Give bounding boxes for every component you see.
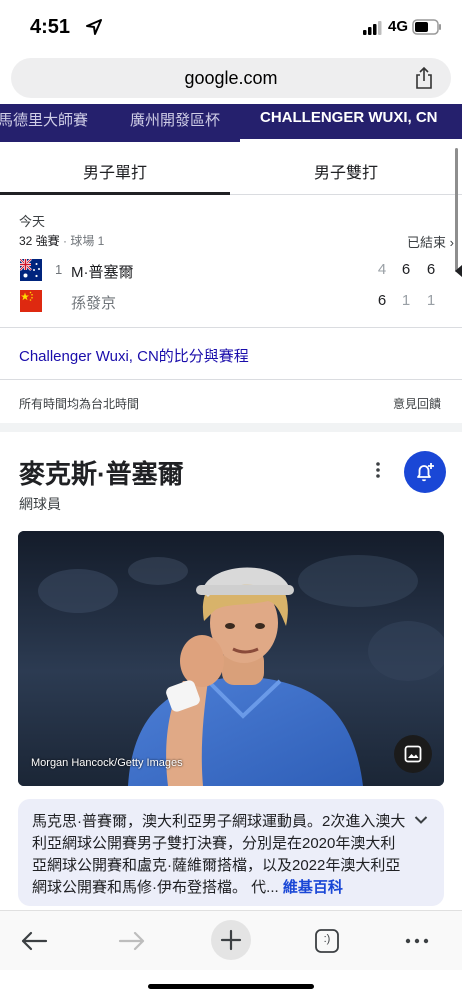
status-bar: 4:51 4G (0, 0, 462, 54)
australia-flag-icon (20, 259, 42, 281)
more-icon[interactable] (396, 921, 440, 961)
match-card[interactable]: 今天 32 強賽 · 球場 1 已結束 › 1 M·普塞爾 4 6 6 孫發京 … (0, 196, 462, 328)
bell-add-icon (417, 463, 434, 482)
tournament-schedule-link[interactable]: Challenger Wuxi, CN的比分與賽程 (0, 329, 462, 380)
match-status[interactable]: 已結束 › (407, 232, 454, 251)
section-divider (0, 423, 462, 432)
signal-bars-icon (363, 21, 382, 35)
image-icon (404, 745, 422, 763)
match-court: · 球場 1 (59, 234, 105, 248)
follow-button[interactable] (404, 451, 446, 493)
browser-toolbar: :) (0, 910, 462, 970)
tabs-button[interactable]: :) (306, 921, 350, 961)
match-round: 32 強賽 (19, 234, 60, 248)
knowledge-panel-title: 麥克斯·普塞爾 (19, 459, 184, 489)
player-photo-image (18, 531, 444, 786)
tournament-schedule-link-text[interactable]: Challenger Wuxi, CN的比分與賽程 (19, 345, 249, 366)
timezone-note: 所有時間均為台北時間 (19, 397, 140, 411)
wikipedia-link[interactable]: 維基百科 (283, 879, 343, 896)
tournament-tab-madrid[interactable]: 馬德里大師賽 (0, 109, 88, 130)
tournament-tab-guangzhou[interactable]: 廣州開發區杯 (130, 109, 220, 130)
active-event-indicator (0, 192, 230, 195)
player1-set1: 4 (377, 261, 387, 278)
share-icon[interactable] (414, 66, 434, 90)
forward-arrow-icon[interactable] (110, 921, 154, 961)
scores-footer: 所有時間均為台北時間 意見回饋 (0, 381, 462, 423)
player1-set2: 6 (401, 261, 411, 278)
tabs-badge: :) (323, 933, 331, 945)
address-bar[interactable]: google.com (11, 58, 451, 98)
tournament-tab-wuxi[interactable]: CHALLENGER WUXI, CN (260, 109, 438, 126)
tournament-tabs: 馬德里大師賽 廣州開發區杯 CHALLENGER WUXI, CN (0, 104, 462, 142)
network-type: 4G (388, 18, 409, 35)
summary-card[interactable]: 馬克思·普賽爾，澳大利亞男子網球運動員。2次進入澳大利亞網球公開賽男子雙打決賽，… (18, 799, 444, 906)
status-time: 4:51 (30, 16, 71, 38)
photo-credit: Morgan Hancock/Getty Images (31, 757, 183, 769)
winner-arrow-icon (455, 265, 462, 277)
kebab-menu-icon[interactable] (372, 460, 384, 480)
match-round-info: 32 強賽 · 球場 1 (19, 232, 104, 249)
knowledge-panel-subtitle: 網球員 (19, 496, 61, 512)
player1-set3: 6 (426, 261, 436, 278)
url-text[interactable]: google.com (11, 68, 451, 89)
chevron-down-icon[interactable] (414, 815, 428, 825)
match-day: 今天 (19, 214, 46, 229)
battery-icon (412, 19, 441, 35)
player-photo[interactable]: Morgan Hancock/Getty Images (18, 531, 444, 786)
tab-mens-doubles[interactable]: 男子雙打 (314, 159, 378, 183)
summary-body: 馬克思·普賽爾，澳大利亞男子網球運動員。2次進入澳大利亞網球公開賽男子雙打決賽，… (32, 813, 406, 896)
feedback-link[interactable]: 意見回饋 (393, 395, 441, 412)
player2-set3: 1 (426, 292, 436, 309)
plus-icon (220, 929, 242, 951)
player1-name[interactable]: M·普塞爾 (71, 261, 134, 282)
summary-text: 馬克思·普賽爾，澳大利亞男子網球運動員。2次進入澳大利亞網球公開賽男子雙打決賽，… (32, 811, 410, 899)
player2-set2: 1 (401, 292, 411, 309)
tab-mens-singles[interactable]: 男子單打 (83, 159, 147, 183)
location-arrow-icon (86, 19, 102, 35)
event-tabs: 男子單打 男子雙打 (0, 142, 462, 195)
china-flag-icon (20, 290, 42, 312)
player1-seed: 1 (55, 262, 63, 277)
home-indicator[interactable] (148, 984, 314, 989)
new-tab-button[interactable] (211, 920, 251, 960)
player2-name[interactable]: 孫發京 (71, 292, 116, 313)
player2-set1: 6 (377, 292, 387, 309)
image-view-button[interactable] (394, 735, 432, 773)
back-arrow-icon[interactable] (12, 921, 56, 961)
